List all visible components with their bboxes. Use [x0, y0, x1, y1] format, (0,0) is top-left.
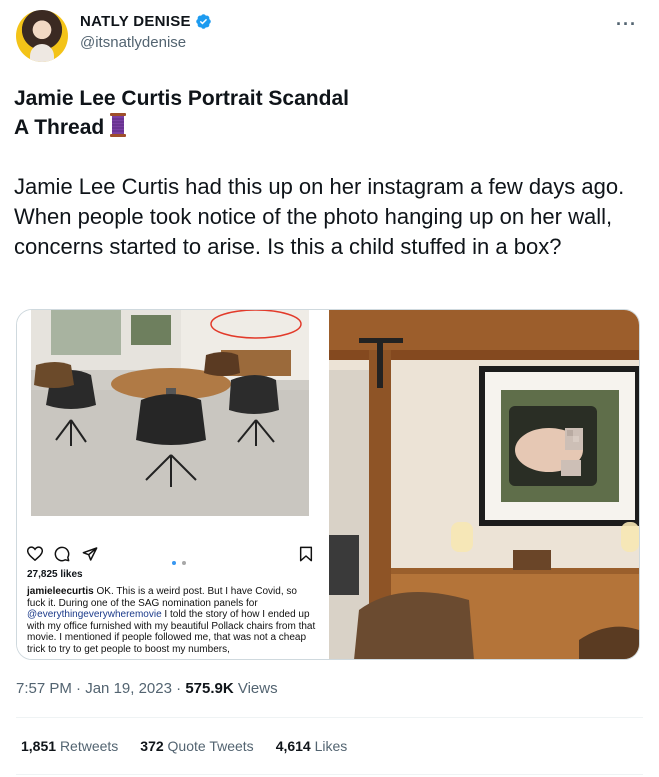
instagram-screenshot[interactable]: 27,825 likes jamieleecurtis OK. This is …: [17, 310, 327, 659]
caption-mention: @everythingeverywheremovie: [27, 609, 162, 620]
likes-label: Likes: [314, 738, 348, 754]
retweets-stat[interactable]: 1,851 Retweets: [21, 738, 118, 754]
wall-portrait-photo: [329, 310, 639, 659]
instagram-actions: [27, 544, 317, 565]
retweets-label: Retweets: [59, 738, 119, 754]
meta-separator: ·: [176, 680, 182, 697]
divider: [16, 717, 643, 718]
author-info: NATLY DENISE @itsnatlydenise: [80, 13, 212, 51]
author-avatar[interactable]: [16, 10, 68, 62]
caption-username: jamieleecurtis: [27, 586, 94, 597]
instagram-caption: jamieleecurtis OK. This is a weird post.…: [27, 586, 317, 655]
tweet-date[interactable]: Jan 19, 2023: [85, 680, 172, 697]
tweet-stats: 1,851 Retweets 372 Quote Tweets 4,614 Li…: [21, 738, 347, 754]
divider: [16, 774, 643, 775]
title-line-1: Jamie Lee Curtis Portrait Scandal: [14, 87, 349, 110]
views-count: 575.9K: [185, 680, 234, 697]
likes-count: 4,614: [275, 738, 311, 754]
tweet-title: Jamie Lee Curtis Portrait Scandal A Thre…: [14, 84, 349, 142]
retweets-count: 1,851: [21, 738, 57, 754]
quotes-count: 372: [140, 738, 164, 754]
title-line-2: A Thread: [14, 116, 105, 139]
quotes-label: Quote Tweets: [167, 738, 254, 754]
tweet-body: Jamie Lee Curtis had this up on her inst…: [14, 174, 625, 259]
ig-comment-icon[interactable]: [54, 546, 70, 562]
more-icon[interactable]: ···: [616, 14, 637, 35]
ig-share-icon[interactable]: [82, 546, 98, 562]
instagram-likes: 27,825 likes: [27, 569, 83, 580]
carousel-dots: [172, 552, 187, 570]
tweet-time[interactable]: 7:57 PM: [16, 680, 72, 697]
instagram-office-photo: [31, 310, 309, 516]
tweet-meta: 7:57 PM · Jan 19, 2023 · 575.9K Views: [16, 680, 278, 697]
ig-bookmark-icon[interactable]: [299, 546, 313, 562]
tweet-media[interactable]: 27,825 likes jamieleecurtis OK. This is …: [16, 309, 640, 660]
quote-tweets-stat[interactable]: 372 Quote Tweets: [140, 738, 253, 754]
author-handle[interactable]: @itsnatlydenise: [80, 34, 212, 51]
verified-badge-icon: [196, 14, 211, 29]
meta-separator: ·: [76, 680, 82, 697]
views-label: Views: [237, 680, 278, 697]
spool-emoji-icon: [110, 113, 127, 137]
title-line-2-row: A Thread: [14, 113, 349, 142]
author-name[interactable]: NATLY DENISE: [80, 13, 191, 30]
ig-heart-icon[interactable]: [27, 546, 43, 561]
likes-stat[interactable]: 4,614 Likes: [276, 738, 348, 754]
